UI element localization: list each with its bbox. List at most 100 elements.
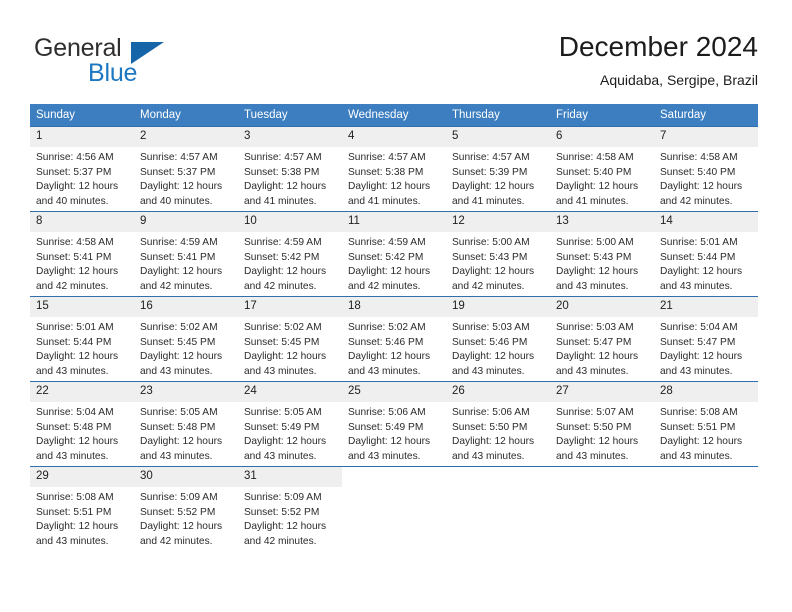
- calendar-day-cell[interactable]: 24 Sunrise: 5:05 AM Sunset: 5:49 PM Dayl…: [238, 381, 342, 467]
- day-details: Sunrise: 5:04 AM Sunset: 5:48 PM Dayligh…: [30, 402, 134, 464]
- day-details: Sunrise: 4:57 AM Sunset: 5:38 PM Dayligh…: [342, 147, 446, 209]
- sunrise-line: Sunrise: 5:01 AM: [660, 237, 738, 248]
- day-details: Sunrise: 5:01 AM Sunset: 5:44 PM Dayligh…: [30, 317, 134, 379]
- sunset-line: Sunset: 5:41 PM: [140, 251, 216, 263]
- sunrise-line: Sunrise: 4:57 AM: [140, 152, 218, 163]
- day-number: 4: [342, 127, 446, 147]
- calendar-day-cell[interactable]: 2 Sunrise: 4:57 AM Sunset: 5:37 PM Dayli…: [134, 126, 238, 212]
- sunset-line: Sunset: 5:44 PM: [660, 251, 736, 263]
- weekday-header-tuesday: Tuesday: [238, 104, 342, 127]
- daylight-line: Daylight: 12 hours and 42 minutes.: [140, 521, 223, 547]
- calendar-day-cell[interactable]: 20 Sunrise: 5:03 AM Sunset: 5:47 PM Dayl…: [550, 296, 654, 382]
- sunrise-line: Sunrise: 5:02 AM: [348, 322, 426, 333]
- sunrise-line: Sunrise: 5:09 AM: [244, 492, 322, 503]
- daylight-line: Daylight: 12 hours and 43 minutes.: [452, 351, 535, 377]
- weekday-header-thursday: Thursday: [446, 104, 550, 127]
- sunset-line: Sunset: 5:50 PM: [452, 421, 528, 433]
- sunrise-line: Sunrise: 5:04 AM: [36, 407, 114, 418]
- weekday-header-friday: Friday: [550, 104, 654, 127]
- day-number: 29: [30, 467, 134, 487]
- calendar-day-cell[interactable]: 15 Sunrise: 5:01 AM Sunset: 5:44 PM Dayl…: [30, 296, 134, 382]
- daylight-line: Daylight: 12 hours and 43 minutes.: [660, 436, 743, 462]
- calendar-day-cell[interactable]: 21 Sunrise: 5:04 AM Sunset: 5:47 PM Dayl…: [654, 296, 758, 382]
- calendar-day-cell[interactable]: 9 Sunrise: 4:59 AM Sunset: 5:41 PM Dayli…: [134, 211, 238, 297]
- daylight-line: Daylight: 12 hours and 40 minutes.: [36, 181, 119, 207]
- sunrise-line: Sunrise: 4:58 AM: [660, 152, 738, 163]
- sunrise-line: Sunrise: 5:02 AM: [244, 322, 322, 333]
- calendar-day-cell[interactable]: 29 Sunrise: 5:08 AM Sunset: 5:51 PM Dayl…: [30, 466, 134, 551]
- calendar-day-cell[interactable]: 23 Sunrise: 5:05 AM Sunset: 5:48 PM Dayl…: [134, 381, 238, 467]
- calendar-week-row: 1 Sunrise: 4:56 AM Sunset: 5:37 PM Dayli…: [30, 126, 758, 212]
- day-number: [446, 467, 550, 487]
- sunset-line: Sunset: 5:38 PM: [348, 166, 424, 178]
- day-number: 6: [550, 127, 654, 147]
- page-header: General Blue December 2024 Aquidaba, Ser…: [0, 0, 792, 100]
- daylight-line: Daylight: 12 hours and 43 minutes.: [36, 436, 119, 462]
- day-number: 30: [134, 467, 238, 487]
- calendar-day-cell[interactable]: 25 Sunrise: 5:06 AM Sunset: 5:49 PM Dayl…: [342, 381, 446, 467]
- daylight-line: Daylight: 12 hours and 42 minutes.: [452, 266, 535, 292]
- calendar-day-cell[interactable]: 28 Sunrise: 5:08 AM Sunset: 5:51 PM Dayl…: [654, 381, 758, 467]
- daylight-line: Daylight: 12 hours and 43 minutes.: [556, 351, 639, 377]
- calendar-day-cell[interactable]: 18 Sunrise: 5:02 AM Sunset: 5:46 PM Dayl…: [342, 296, 446, 382]
- day-details: Sunrise: 4:59 AM Sunset: 5:41 PM Dayligh…: [134, 232, 238, 294]
- day-number: 20: [550, 297, 654, 317]
- sunrise-line: Sunrise: 5:03 AM: [452, 322, 530, 333]
- sunset-line: Sunset: 5:45 PM: [244, 336, 320, 348]
- calendar-day-cell-empty: [550, 466, 654, 551]
- day-details: [446, 487, 550, 491]
- day-details: Sunrise: 5:03 AM Sunset: 5:47 PM Dayligh…: [550, 317, 654, 379]
- sunset-line: Sunset: 5:47 PM: [660, 336, 736, 348]
- calendar-day-cell[interactable]: 19 Sunrise: 5:03 AM Sunset: 5:46 PM Dayl…: [446, 296, 550, 382]
- calendar-day-cell[interactable]: 30 Sunrise: 5:09 AM Sunset: 5:52 PM Dayl…: [134, 466, 238, 551]
- sunset-line: Sunset: 5:48 PM: [36, 421, 112, 433]
- calendar-day-cell[interactable]: 27 Sunrise: 5:07 AM Sunset: 5:50 PM Dayl…: [550, 381, 654, 467]
- daylight-line: Daylight: 12 hours and 42 minutes.: [244, 521, 327, 547]
- calendar-day-cell[interactable]: 13 Sunrise: 5:00 AM Sunset: 5:43 PM Dayl…: [550, 211, 654, 297]
- sunset-line: Sunset: 5:45 PM: [140, 336, 216, 348]
- sunrise-line: Sunrise: 5:06 AM: [348, 407, 426, 418]
- calendar-day-cell[interactable]: 7 Sunrise: 4:58 AM Sunset: 5:40 PM Dayli…: [654, 126, 758, 212]
- weekday-header-saturday: Saturday: [654, 104, 758, 127]
- generalblue-logo[interactable]: General Blue: [34, 34, 244, 87]
- day-number: 1: [30, 127, 134, 147]
- day-details: [654, 487, 758, 491]
- day-number: 17: [238, 297, 342, 317]
- calendar-day-cell[interactable]: 10 Sunrise: 4:59 AM Sunset: 5:42 PM Dayl…: [238, 211, 342, 297]
- calendar-day-cell[interactable]: 1 Sunrise: 4:56 AM Sunset: 5:37 PM Dayli…: [30, 126, 134, 212]
- daylight-line: Daylight: 12 hours and 43 minutes.: [556, 436, 639, 462]
- sunrise-line: Sunrise: 5:01 AM: [36, 322, 114, 333]
- day-number: 15: [30, 297, 134, 317]
- calendar-day-cell[interactable]: 5 Sunrise: 4:57 AM Sunset: 5:39 PM Dayli…: [446, 126, 550, 212]
- daylight-line: Daylight: 12 hours and 40 minutes.: [140, 181, 223, 207]
- calendar-day-cell[interactable]: 6 Sunrise: 4:58 AM Sunset: 5:40 PM Dayli…: [550, 126, 654, 212]
- calendar-day-cell[interactable]: 11 Sunrise: 4:59 AM Sunset: 5:42 PM Dayl…: [342, 211, 446, 297]
- calendar-day-cell[interactable]: 31 Sunrise: 5:09 AM Sunset: 5:52 PM Dayl…: [238, 466, 342, 551]
- day-details: Sunrise: 5:09 AM Sunset: 5:52 PM Dayligh…: [134, 487, 238, 549]
- sunset-line: Sunset: 5:48 PM: [140, 421, 216, 433]
- sunset-line: Sunset: 5:41 PM: [36, 251, 112, 263]
- calendar-day-cell[interactable]: 16 Sunrise: 5:02 AM Sunset: 5:45 PM Dayl…: [134, 296, 238, 382]
- calendar-day-cell[interactable]: 4 Sunrise: 4:57 AM Sunset: 5:38 PM Dayli…: [342, 126, 446, 212]
- calendar-day-cell[interactable]: 26 Sunrise: 5:06 AM Sunset: 5:50 PM Dayl…: [446, 381, 550, 467]
- sunrise-line: Sunrise: 4:59 AM: [244, 237, 322, 248]
- sunrise-line: Sunrise: 4:57 AM: [452, 152, 530, 163]
- calendar-day-cell[interactable]: 3 Sunrise: 4:57 AM Sunset: 5:38 PM Dayli…: [238, 126, 342, 212]
- calendar-day-cell[interactable]: 14 Sunrise: 5:01 AM Sunset: 5:44 PM Dayl…: [654, 211, 758, 297]
- calendar-day-cell[interactable]: 17 Sunrise: 5:02 AM Sunset: 5:45 PM Dayl…: [238, 296, 342, 382]
- day-number: 24: [238, 382, 342, 402]
- calendar-day-cell[interactable]: 12 Sunrise: 5:00 AM Sunset: 5:43 PM Dayl…: [446, 211, 550, 297]
- logo-text-blue: Blue: [88, 59, 138, 87]
- calendar-day-cell[interactable]: 8 Sunrise: 4:58 AM Sunset: 5:41 PM Dayli…: [30, 211, 134, 297]
- day-number: 7: [654, 127, 758, 147]
- day-number: 31: [238, 467, 342, 487]
- weekday-header-wednesday: Wednesday: [342, 104, 446, 127]
- day-details: Sunrise: 5:09 AM Sunset: 5:52 PM Dayligh…: [238, 487, 342, 549]
- sunset-line: Sunset: 5:46 PM: [348, 336, 424, 348]
- calendar-day-cell[interactable]: 22 Sunrise: 5:04 AM Sunset: 5:48 PM Dayl…: [30, 381, 134, 467]
- sunset-line: Sunset: 5:42 PM: [244, 251, 320, 263]
- sunset-line: Sunset: 5:40 PM: [556, 166, 632, 178]
- day-details: Sunrise: 4:59 AM Sunset: 5:42 PM Dayligh…: [238, 232, 342, 294]
- day-details: Sunrise: 4:59 AM Sunset: 5:42 PM Dayligh…: [342, 232, 446, 294]
- daylight-line: Daylight: 12 hours and 43 minutes.: [660, 351, 743, 377]
